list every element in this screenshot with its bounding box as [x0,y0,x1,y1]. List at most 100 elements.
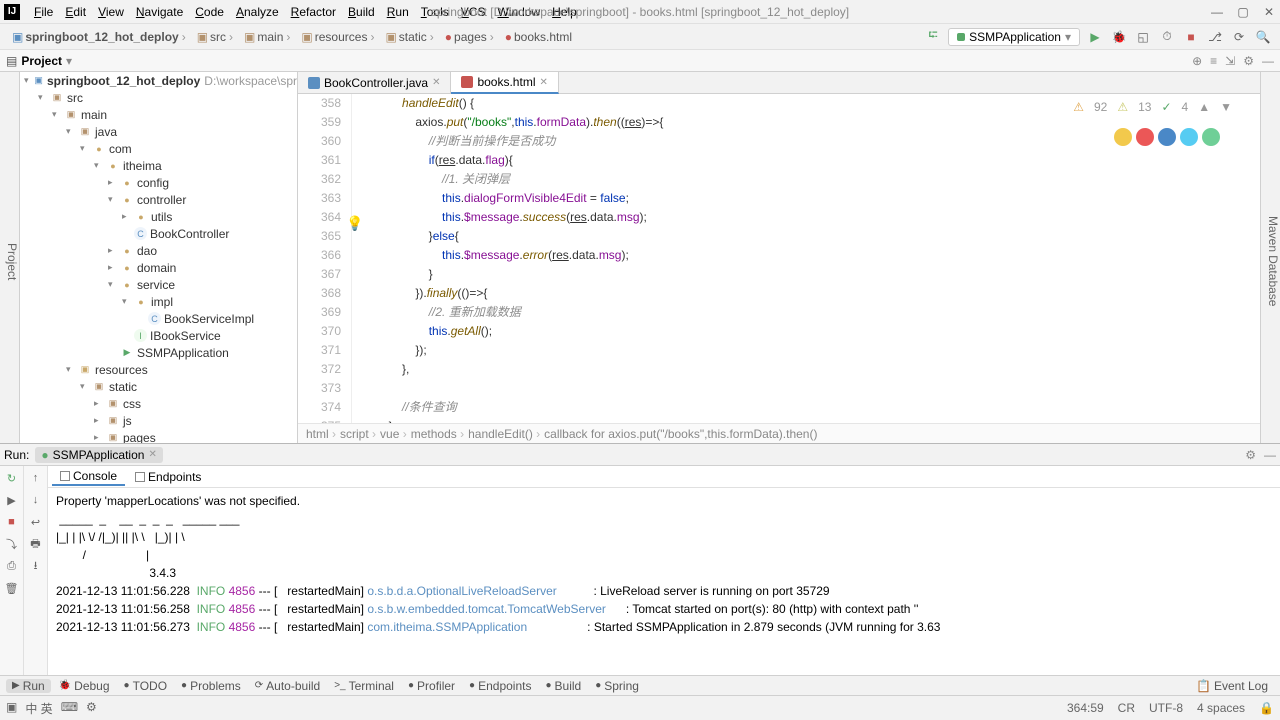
search-icon[interactable]: 🔍 [1254,28,1272,46]
update-icon[interactable]: ⟳ [1230,28,1248,46]
tree-node[interactable]: ▾●service [20,276,297,293]
tree-node[interactable]: CBookController [20,225,297,242]
tree-node[interactable]: ▸▣js [20,412,297,429]
code-crumb[interactable]: handleEdit() [468,427,540,441]
tree-node[interactable]: ▸▣pages [20,429,297,443]
close-button[interactable]: ✕ [1262,5,1276,19]
debug-icon[interactable]: 🐞 [1110,28,1128,46]
bottom-tool-auto-build[interactable]: ⟳Auto-build [249,679,326,693]
run-subtab[interactable]: Console [52,468,125,486]
line-sep[interactable]: CR [1118,701,1135,715]
ime-indicator[interactable]: 中 英 [25,700,52,717]
settings-icon[interactable]: ⚙ [1243,54,1254,68]
editor-tab[interactable]: BookController.java✕ [298,72,451,93]
bottom-tool-endpoints[interactable]: ●Endpoints [463,679,537,693]
breadcrumb[interactable]: ▣resources [297,30,381,44]
menu-view[interactable]: View [92,5,130,19]
menu-edit[interactable]: Edit [59,5,92,19]
breadcrumb[interactable]: ▣springboot_12_hot_deploy [8,30,193,44]
tree-node[interactable]: CBookServiceImpl [20,310,297,327]
profile-icon[interactable]: ⏱ [1158,28,1176,46]
toolwindows-icon[interactable]: ▣ [6,700,17,717]
tree-node[interactable]: ▸●utils [20,208,297,225]
git-icon[interactable]: ⎇ [1206,28,1224,46]
left-stripe[interactable]: Project Structure Favorites [0,72,20,443]
menu-file[interactable]: File [28,5,59,19]
code-crumb[interactable]: callback for axios.put("/books",this.for… [544,427,817,441]
tree-node[interactable]: ▸●domain [20,259,297,276]
run-settings-icon[interactable]: ⚙ [1245,448,1256,462]
select-opened-icon[interactable]: ⊕ [1192,54,1202,68]
status-icon1[interactable]: ⌨ [61,700,78,717]
encoding[interactable]: UTF-8 [1149,701,1183,715]
menu-run[interactable]: Run [381,5,415,19]
bottom-tool-spring[interactable]: ●Spring [589,679,645,693]
run-tab[interactable]: ●SSMPApplication✕ [35,447,162,463]
tree-node[interactable]: ▾●impl [20,293,297,310]
tree-node[interactable]: ▸●config [20,174,297,191]
build-icon[interactable]: ⮓ [924,28,942,46]
tree-node[interactable]: ▾▣main [20,106,297,123]
bottom-tool-build[interactable]: ●Build [539,679,587,693]
editor-tab[interactable]: books.html✕ [451,72,558,94]
code-crumb[interactable]: methods [411,427,464,441]
coverage-icon[interactable]: ◱ [1134,28,1152,46]
run-hide-icon[interactable]: — [1264,448,1276,462]
hide-icon[interactable]: — [1262,54,1274,68]
tree-node[interactable]: ▾●itheima [20,157,297,174]
tree-node[interactable]: ▾▣src [20,89,297,106]
run-config-selector[interactable]: SSMPApplication▾ [948,28,1080,46]
code-content[interactable]: handleEdit() { axios.put("/books",this.f… [352,94,1260,423]
breadcrumb[interactable]: ▣main [240,30,297,44]
menu-code[interactable]: Code [189,5,230,19]
menu-refactor[interactable]: Refactor [285,5,342,19]
console-output[interactable]: Property 'mapperLocations' was not speci… [48,488,1280,675]
collapse-all-icon[interactable]: ⇲ [1225,54,1235,68]
caret-position[interactable]: 364:59 [1067,701,1104,715]
gutter[interactable]: 3583593603613623633643653663673683693703… [298,94,352,423]
code-breadcrumbs[interactable]: html script vue methods handleEdit() callback… [298,423,1260,443]
tree-node[interactable]: ▾▣resources [20,361,297,378]
tree-node[interactable]: ▶SSMPApplication [20,344,297,361]
menu-navigate[interactable]: Navigate [130,5,189,19]
event-log[interactable]: 📋Event Log [1190,679,1274,693]
code-crumb[interactable]: script [340,427,376,441]
tree-node[interactable]: IIBookService [20,327,297,344]
breadcrumb[interactable]: ▣static [381,30,440,44]
status-icon2[interactable]: ⚙ [86,700,97,717]
breadcrumb[interactable]: ▣src [193,30,240,44]
bottom-tool-profiler[interactable]: ●Profiler [402,679,461,693]
expand-all-icon[interactable]: ≡ [1210,54,1217,68]
run-subtab[interactable]: Endpoints [127,469,209,485]
bottom-tool-debug[interactable]: 🐞Debug [53,679,116,693]
tree-node[interactable]: ▾▣java [20,123,297,140]
minimize-button[interactable]: — [1210,5,1224,19]
bottom-tool-terminal[interactable]: >_Terminal [328,679,400,693]
code-crumb[interactable]: html [306,427,336,441]
readonly-icon[interactable]: 🔒 [1259,701,1274,715]
tree-node[interactable]: ▾●controller [20,191,297,208]
menu-analyze[interactable]: Analyze [230,5,285,19]
tree-node[interactable]: ▸▣css [20,395,297,412]
bottom-tool-run[interactable]: ▶Run [6,679,51,693]
indent[interactable]: 4 spaces [1197,701,1245,715]
run-toolbar-left[interactable]: ↻ ▶ ■ ⤵ ⎙ 🗑 [0,466,24,675]
code-crumb[interactable]: vue [380,427,407,441]
maximize-button[interactable]: ▢ [1236,5,1250,19]
tree-node[interactable]: ▾▣springboot_12_hot_deployD:\workspace\s… [20,72,297,89]
menu-build[interactable]: Build [342,5,381,19]
project-tree[interactable]: ▾▣springboot_12_hot_deployD:\workspace\s… [20,72,298,443]
tree-node[interactable]: ▸●dao [20,242,297,259]
stop-icon[interactable]: ■ [1182,28,1200,46]
tree-node[interactable]: ▾●com [20,140,297,157]
run-icon[interactable]: ▶ [1086,28,1104,46]
project-dropdown[interactable]: ▤Project▾ [6,54,72,68]
breadcrumb[interactable]: ●pages [441,30,501,44]
right-stripe[interactable]: Maven Database [1260,72,1280,443]
breadcrumb[interactable]: ●books.html [501,30,582,44]
bottom-tool-todo[interactable]: ●TODO [118,679,174,693]
close-icon[interactable]: ✕ [539,77,547,88]
bottom-tool-problems[interactable]: ●Problems [175,679,247,693]
tree-node[interactable]: ▾▣static [20,378,297,395]
close-icon[interactable]: ✕ [432,77,440,88]
